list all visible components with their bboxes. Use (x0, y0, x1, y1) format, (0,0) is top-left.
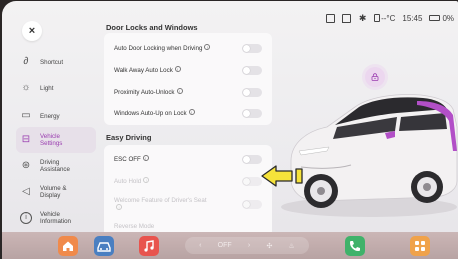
car-icon (97, 242, 111, 252)
decrease-button[interactable]: ‹ (199, 242, 201, 249)
sidebar-item-driving-assistance[interactable]: ⊛ Driving Assistance (16, 153, 96, 179)
vehicle-view (277, 31, 458, 231)
battery-icon: ▭ (21, 110, 31, 121)
walk-away-lock-toggle[interactable] (242, 65, 262, 75)
vehicle-button[interactable] (94, 236, 114, 256)
setting-row-auto-door-locking: Auto Door Locking when Driving! (114, 42, 262, 54)
fan-icon[interactable]: ✣ (266, 242, 272, 250)
bluetooth-icon: ✱ (358, 12, 367, 23)
sidebar: × ∂ Shortcut ☼ Light ▭ Energy ⊟ Vehicle … (16, 1, 96, 233)
bottom-dock: ‹ OFF › ✣ ♨ (2, 232, 458, 259)
windows-auto-up-toggle[interactable] (242, 108, 262, 118)
esc-off-toggle[interactable] (242, 154, 262, 164)
annotation-arrow (261, 165, 303, 187)
door-locks-card: Auto Door Locking when Driving! Walk Awa… (104, 33, 272, 125)
sidebar-item-volume-display[interactable]: ◁ Volume & Display (16, 179, 96, 205)
close-icon: × (28, 25, 36, 37)
sidebar-item-shortcut[interactable]: ∂ Shortcut (16, 49, 96, 75)
section-title-door-locks: Door Locks and Windows (106, 23, 198, 32)
message-icon (342, 13, 352, 23)
lock-button[interactable] (365, 67, 385, 87)
speaker-icon: ◁ (22, 186, 30, 197)
app-grid-icon (415, 241, 425, 251)
climate-status: OFF (217, 242, 232, 249)
climate-control: ‹ OFF › ✣ ♨ (185, 237, 309, 254)
battery-icon (429, 15, 441, 21)
phone-icon (350, 241, 360, 251)
section-title-easy-driving: Easy Driving (106, 133, 152, 142)
thermometer-icon (374, 14, 381, 22)
sidebar-item-energy[interactable]: ▭ Energy (16, 103, 96, 129)
car-icon: ⊟ (21, 134, 31, 145)
setting-row-esc-off: ESC OFF! (114, 153, 262, 165)
welcome-feature-toggle[interactable] (242, 199, 262, 209)
info-icon[interactable]: ! (174, 66, 181, 72)
info-icon: ! (116, 203, 122, 210)
lock-icon (371, 73, 379, 81)
temperature-readout: --°C (374, 14, 395, 23)
settings-panel: Door Locks and Windows Auto Door Locking… (100, 1, 276, 237)
setting-row-windows-auto-up: Windows Auto-Up on Lock! (114, 107, 262, 119)
close-button[interactable]: × (22, 21, 42, 41)
auto-door-locking-toggle[interactable] (242, 43, 262, 53)
setting-row-proximity-unlock: Proximity Auto-Unlock! (114, 86, 262, 98)
sidebar-item-light[interactable]: ☼ Light (16, 75, 96, 101)
settings-screen: ✱ --°C 15:45 0% × ∂ Shortcut ☼ Light ▭ E… (2, 1, 458, 259)
sidebar-item-vehicle-information[interactable]: i Vehicle Information (16, 205, 96, 231)
seat-heat-icon[interactable]: ♨ (289, 242, 295, 250)
setting-row-reverse-mode: Reverse Mode (114, 222, 155, 230)
sun-icon: ☼ (21, 82, 31, 93)
info-icon[interactable]: ! (188, 109, 195, 115)
info-icon[interactable]: ! (142, 155, 149, 161)
status-bar: ✱ --°C 15:45 0% (326, 11, 454, 25)
battery-readout: 0% (429, 14, 454, 23)
info-icon: i (20, 212, 32, 224)
clock: 15:45 (402, 13, 423, 23)
steering-icon: ⊛ (21, 160, 31, 171)
info-icon[interactable]: ! (176, 88, 183, 94)
home-button[interactable] (58, 236, 78, 256)
proximity-unlock-toggle[interactable] (242, 87, 262, 97)
phone-projection-icon (326, 13, 336, 23)
increase-button[interactable]: › (248, 242, 250, 249)
setting-row-welcome-feature: Welcome Feature of Driver's Seat! (114, 195, 262, 213)
home-icon (63, 241, 73, 251)
setting-row-walk-away-lock: Walk Away Auto Lock! (114, 64, 262, 76)
music-button[interactable] (139, 236, 159, 256)
info-icon: ! (143, 177, 150, 183)
info-icon[interactable]: ! (204, 44, 211, 50)
phone-button[interactable] (345, 236, 365, 256)
sidebar-item-vehicle-settings[interactable]: ⊟ Vehicle Settings (16, 127, 96, 153)
link-icon: ∂ (23, 56, 29, 67)
music-note-icon (144, 240, 154, 252)
car-image (281, 94, 458, 217)
setting-row-auto-hold: Auto Hold! (114, 175, 262, 187)
auto-hold-toggle[interactable] (242, 176, 262, 186)
easy-driving-card: ESC OFF! Auto Hold! Welcome Feature of D… (104, 145, 272, 237)
apps-button[interactable] (410, 236, 430, 256)
